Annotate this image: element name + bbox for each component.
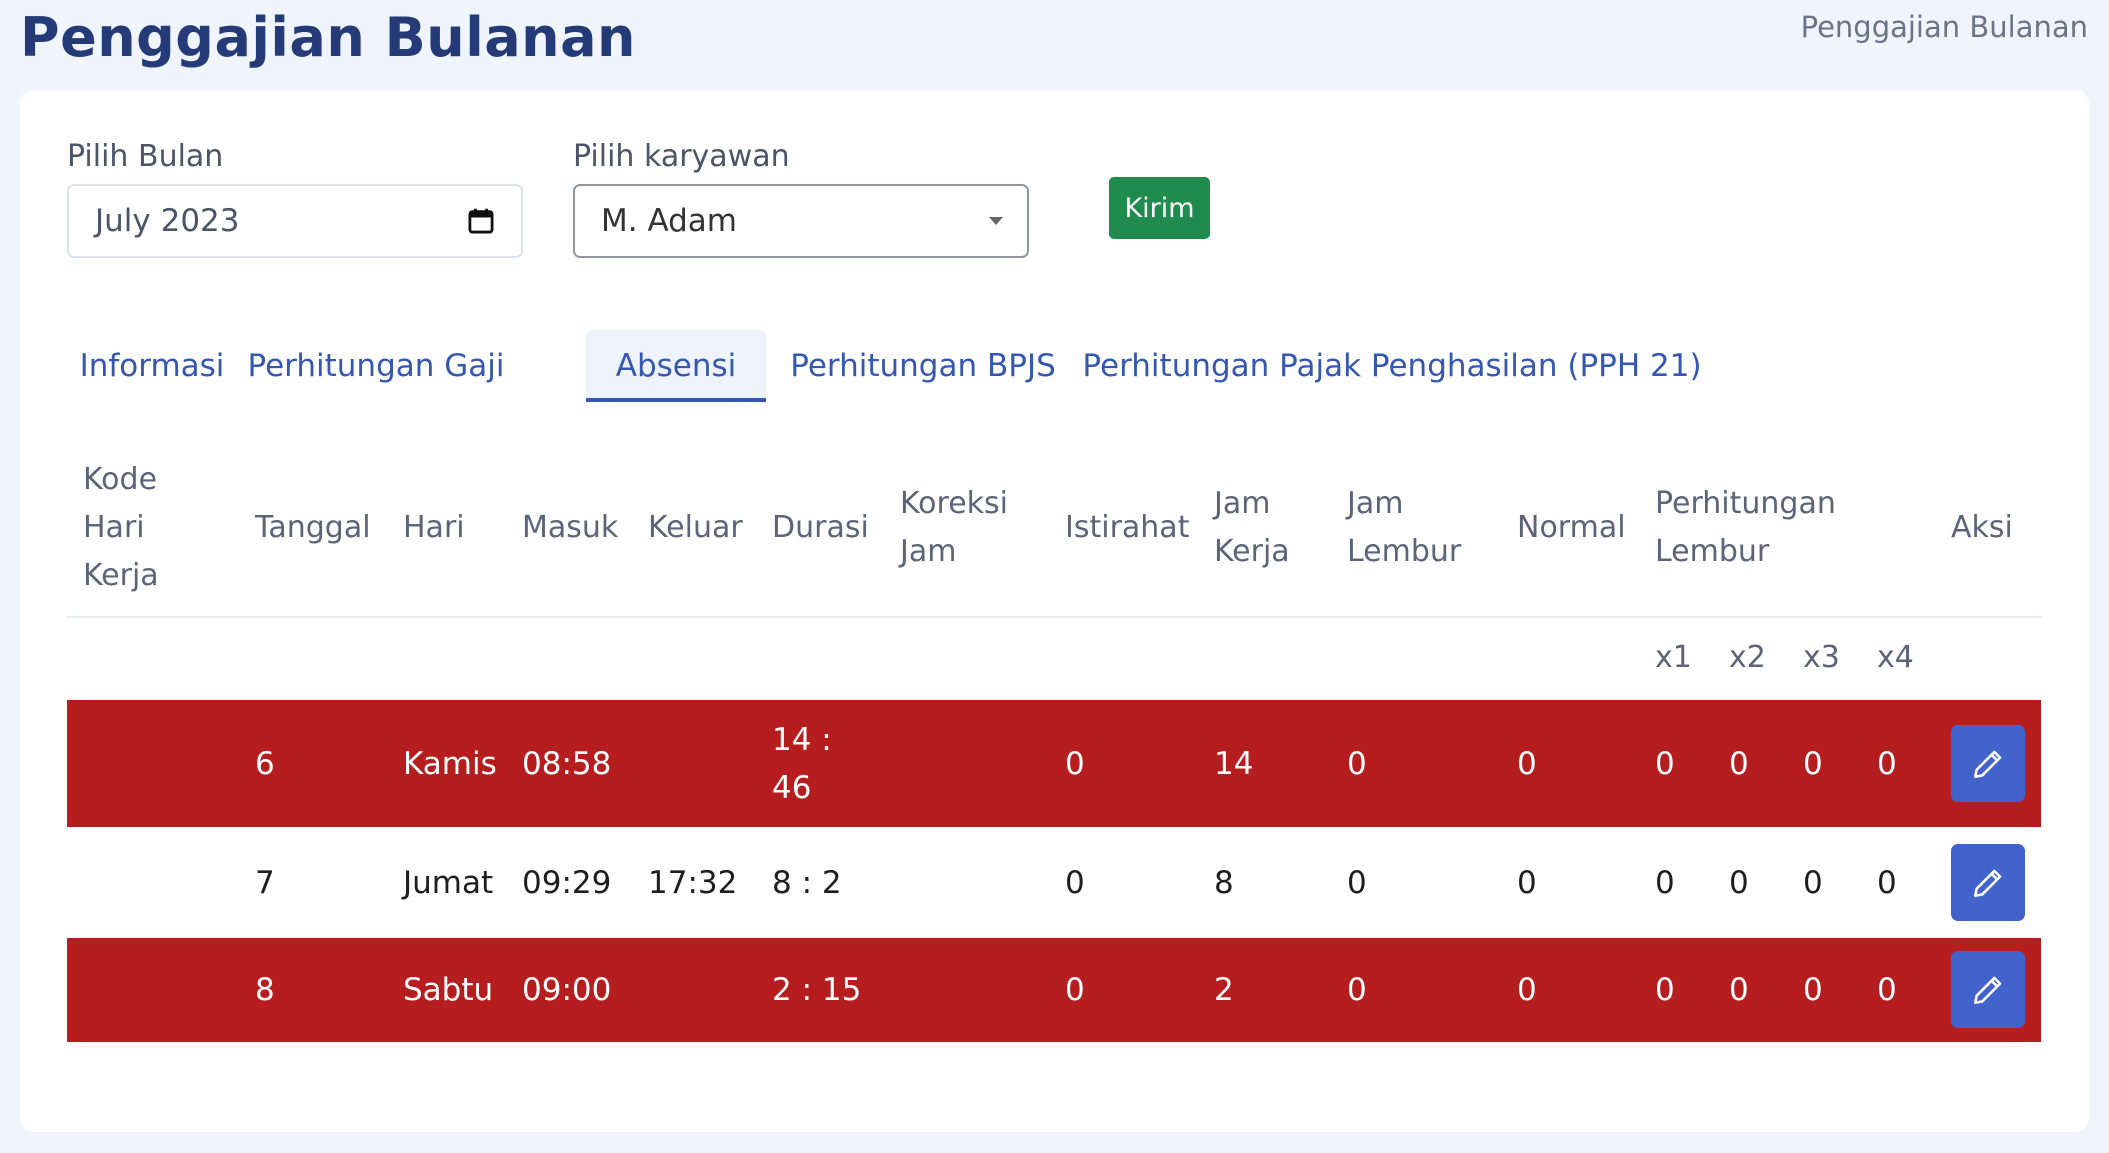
- cell-keluar: 17:32: [648, 865, 738, 901]
- tab-perhitungan-pajak[interactable]: Perhitungan Pajak Penghasilan (PPH 21): [1082, 330, 1701, 402]
- cell-normal: 0: [1517, 972, 1537, 1008]
- cell-istirahat: 0: [1065, 746, 1085, 782]
- cell-istirahat: 0: [1065, 972, 1085, 1008]
- calendar-icon[interactable]: [467, 207, 495, 235]
- cell-x2: 0: [1729, 865, 1749, 901]
- cell-durasi: 8 : 2: [772, 865, 842, 901]
- pencil-icon: [1973, 869, 2002, 897]
- cell-durasi: 14 : 46: [772, 722, 832, 806]
- cell-tanggal: 8: [255, 972, 275, 1008]
- cell-jam-lembur: 0: [1347, 972, 1367, 1008]
- th-koreksi-jam: Koreksi Jam: [900, 486, 1009, 569]
- cell-masuk: 09:29: [522, 865, 612, 901]
- cell-jam-lembur: 0: [1347, 746, 1367, 782]
- employee-label: Pilih karyawan: [573, 139, 790, 174]
- tab-perhitungan-gaji[interactable]: Perhitungan Gaji: [248, 330, 505, 402]
- cell-x3: 0: [1803, 746, 1823, 782]
- cell-masuk: 08:58: [522, 746, 612, 782]
- edit-button[interactable]: [1951, 725, 2025, 802]
- cell-x1: 0: [1655, 865, 1675, 901]
- cell-x2: 0: [1729, 746, 1749, 782]
- cell-x1: 0: [1655, 746, 1675, 782]
- th-tanggal: Tanggal: [255, 510, 371, 545]
- cell-tanggal: 6: [255, 746, 275, 782]
- th-multiplier-x4: x4: [1877, 640, 1914, 675]
- employee-select[interactable]: M. Adam: [573, 184, 1029, 258]
- payroll-card: Pilih Bulan July 2023 Pilih karyawan M. …: [20, 90, 2089, 1132]
- cell-durasi: 2 : 15: [772, 972, 862, 1008]
- cell-x3: 0: [1803, 865, 1823, 901]
- cell-jam-kerja: 2: [1214, 972, 1234, 1008]
- th-durasi: Durasi: [772, 510, 869, 545]
- tab-absensi[interactable]: Absensi: [586, 330, 766, 402]
- month-input[interactable]: July 2023: [67, 184, 523, 258]
- caret-down-icon: [989, 217, 1003, 225]
- th-aksi: Aksi: [1951, 510, 2013, 545]
- th-multiplier-x3: x3: [1803, 640, 1840, 675]
- tab-informasi[interactable]: Informasi: [67, 330, 237, 402]
- cell-normal: 0: [1517, 746, 1537, 782]
- cell-x2: 0: [1729, 972, 1749, 1008]
- th-jam-lembur: Jam Lembur: [1347, 486, 1462, 569]
- th-masuk: Masuk: [522, 510, 619, 545]
- th-hari: Hari: [403, 510, 465, 545]
- cell-normal: 0: [1517, 865, 1537, 901]
- cell-x3: 0: [1803, 972, 1823, 1008]
- cell-jam-kerja: 14: [1214, 746, 1254, 782]
- cell-hari: Kamis: [403, 746, 497, 782]
- th-keluar: Keluar: [648, 510, 743, 545]
- cell-tanggal: 7: [255, 865, 275, 901]
- page-title: Penggajian Bulanan: [20, 6, 636, 69]
- cell-x1: 0: [1655, 972, 1675, 1008]
- cell-hari: Sabtu: [403, 972, 494, 1008]
- cell-x4: 0: [1877, 746, 1897, 782]
- table-row: 8 Sabtu 09:00 2 : 15 0 2 0 0 0 0 0 0: [67, 938, 2041, 1042]
- cell-masuk: 09:00: [522, 972, 612, 1008]
- cell-jam-lembur: 0: [1347, 865, 1367, 901]
- breadcrumb[interactable]: Penggajian Bulanan: [1801, 10, 2088, 44]
- cell-jam-kerja: 8: [1214, 865, 1234, 901]
- th-kode-hari-kerja: Kode Hari Kerja: [83, 462, 159, 593]
- table-row: 7 Jumat 09:29 17:32 8 : 2 0 8 0 0 0 0 0 …: [67, 827, 2041, 938]
- edit-button[interactable]: [1951, 951, 2025, 1028]
- cell-x4: 0: [1877, 972, 1897, 1008]
- cell-x4: 0: [1877, 865, 1897, 901]
- th-jam-kerja: Jam Kerja: [1214, 486, 1290, 569]
- table-row: 6 Kamis 08:58 14 : 46 0 14 0 0 0 0 0 0: [67, 700, 2041, 827]
- submit-button[interactable]: Kirim: [1109, 177, 1210, 239]
- tab-perhitungan-bpjs[interactable]: Perhitungan BPJS: [790, 330, 1056, 402]
- cell-hari: Jumat: [403, 865, 494, 901]
- pencil-icon: [1973, 750, 2002, 778]
- page: Penggajian Bulanan Penggajian Bulanan Pi…: [0, 0, 2109, 1153]
- th-perhitungan-lembur: Perhitungan Lembur: [1655, 486, 1836, 569]
- cell-istirahat: 0: [1065, 865, 1085, 901]
- employee-value: M. Adam: [601, 203, 737, 239]
- header-divider: [67, 616, 2041, 618]
- th-istirahat: Istirahat: [1065, 510, 1190, 545]
- month-label: Pilih Bulan: [67, 139, 224, 174]
- pencil-icon: [1973, 976, 2002, 1004]
- month-value: July 2023: [95, 203, 240, 239]
- th-normal: Normal: [1517, 510, 1626, 545]
- edit-button[interactable]: [1951, 844, 2025, 921]
- th-multiplier-x1: x1: [1655, 640, 1692, 675]
- th-multiplier-x2: x2: [1729, 640, 1766, 675]
